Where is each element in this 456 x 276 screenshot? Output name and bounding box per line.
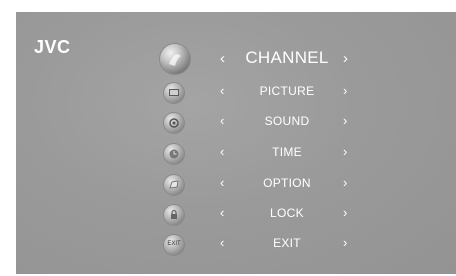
channel-icon bbox=[160, 44, 190, 74]
chevron-left-icon[interactable]: ‹ bbox=[220, 51, 225, 66]
chevron-left-icon[interactable]: ‹ bbox=[220, 84, 224, 97]
menu-item-exit[interactable]: EXIT ‹ EXIT › bbox=[16, 230, 456, 258]
exit-icon: EXIT bbox=[164, 235, 184, 255]
chevron-left-icon[interactable]: ‹ bbox=[220, 145, 224, 158]
lock-icon bbox=[164, 205, 184, 225]
exit-icon-text: EXIT bbox=[167, 241, 181, 247]
time-icon bbox=[164, 144, 184, 164]
chevron-right-icon[interactable]: › bbox=[343, 206, 347, 219]
menu-item-label: OPTION bbox=[263, 176, 311, 190]
menu-item-time[interactable]: ‹ TIME › bbox=[16, 139, 456, 167]
chevron-right-icon[interactable]: › bbox=[343, 145, 347, 158]
menu-item-sound[interactable]: ‹ SOUND › bbox=[16, 108, 456, 136]
picture-icon bbox=[164, 83, 184, 103]
menu-item-option[interactable]: ‹ OPTION › bbox=[16, 170, 456, 198]
menu-item-label: EXIT bbox=[273, 236, 301, 250]
menu-item-picture[interactable]: ‹ PICTURE › bbox=[16, 78, 456, 106]
menu-item-label: CHANNEL bbox=[245, 48, 329, 67]
menu-item-label: PICTURE bbox=[259, 84, 315, 98]
menu-item-label: LOCK bbox=[270, 206, 304, 220]
menu-item-channel[interactable]: ‹ CHANNEL › bbox=[16, 44, 456, 74]
chevron-right-icon[interactable]: › bbox=[343, 236, 347, 249]
chevron-left-icon[interactable]: ‹ bbox=[220, 114, 224, 127]
chevron-right-icon[interactable]: › bbox=[343, 114, 347, 127]
chevron-right-icon[interactable]: › bbox=[343, 84, 347, 97]
menu-item-lock[interactable]: ‹ LOCK › bbox=[16, 200, 456, 228]
chevron-left-icon[interactable]: ‹ bbox=[220, 206, 224, 219]
chevron-right-icon[interactable]: › bbox=[343, 176, 347, 189]
chevron-left-icon[interactable]: ‹ bbox=[220, 176, 224, 189]
sound-icon bbox=[164, 113, 184, 133]
tv-menu-screen: JVC ‹ CHANNEL › ‹ PICTURE › ‹ SOUND › ‹ … bbox=[16, 12, 456, 274]
chevron-right-icon[interactable]: › bbox=[343, 51, 348, 66]
menu-item-label: SOUND bbox=[264, 114, 310, 128]
option-icon bbox=[164, 175, 184, 195]
chevron-left-icon[interactable]: ‹ bbox=[220, 236, 224, 249]
menu-item-label: TIME bbox=[272, 145, 302, 159]
